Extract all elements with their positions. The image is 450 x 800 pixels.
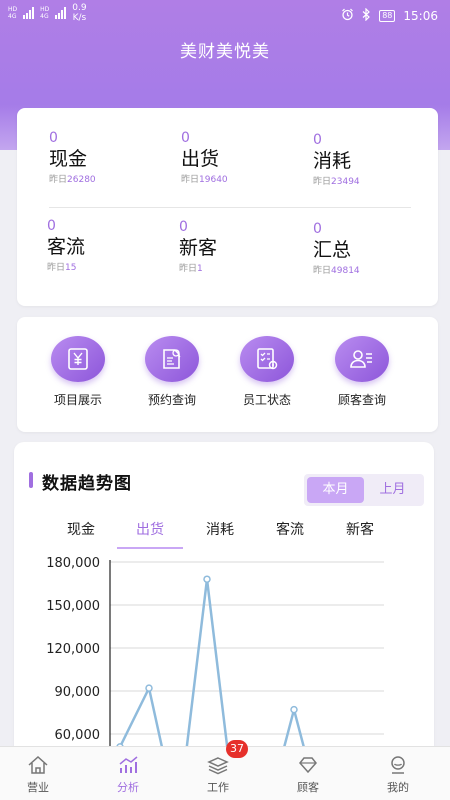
stat-yesterday: 昨日1 — [179, 264, 203, 274]
stat-value: 0 — [49, 130, 58, 146]
period-toggle: 本月 上月 — [304, 474, 424, 506]
network-speed: 0.9 K/s — [72, 3, 86, 23]
menu-item-staff-status[interactable]: 员工状态 — [222, 336, 312, 408]
signal-indicator-1: HD 4G — [8, 6, 17, 20]
clock: 15:06 — [403, 9, 438, 23]
stat-yesterday: 昨日23494 — [313, 177, 360, 187]
stat-value: 0 — [181, 130, 190, 146]
home-icon — [28, 755, 48, 774]
stat-name: 出货 — [181, 148, 220, 170]
menu-item-appointment-query[interactable]: 预约查询 — [127, 336, 217, 408]
signal1-sub-label: 4G — [8, 13, 17, 20]
stat-name: 汇总 — [313, 239, 352, 261]
stat-value: 0 — [179, 219, 188, 235]
nav-label: 分析 — [117, 781, 139, 794]
menu-label: 顾客查询 — [337, 393, 386, 407]
menu-card: 项目展示 预约查询 员工状态 顾客查询 — [17, 317, 438, 432]
signal1-label: HD — [8, 6, 18, 13]
menu-item-customer-query[interactable]: 顾客查询 — [317, 336, 407, 408]
data-point — [290, 705, 298, 714]
tab-shipment[interactable]: 出货 — [115, 519, 185, 539]
menu-label: 预约查询 — [147, 393, 196, 407]
nav-label: 顾客 — [297, 781, 319, 794]
nav-work[interactable]: 工作 — [188, 755, 248, 795]
period-last-month-button[interactable]: 上月 — [364, 477, 421, 503]
nav-customers[interactable]: 顾客 — [278, 755, 338, 795]
stat-new-customers[interactable]: 0 新客 昨日1 — [179, 219, 299, 275]
signal-bars-icon — [55, 7, 67, 19]
nav-label: 工作 — [207, 781, 229, 794]
nav-label: 我的 — [387, 781, 409, 794]
nav-label: 营业 — [27, 781, 49, 794]
search-document-icon — [145, 336, 199, 382]
stat-cash[interactable]: 0 现金 昨日26280 — [49, 130, 169, 186]
stat-value: 0 — [313, 132, 322, 148]
tab-traffic[interactable]: 客流 — [255, 519, 325, 539]
menu-label: 员工状态 — [242, 393, 291, 407]
data-point — [203, 575, 211, 583]
menu-item-project-display[interactable]: 项目展示 — [33, 336, 123, 408]
stat-yesterday: 昨日26280 — [49, 175, 96, 185]
layers-icon — [207, 757, 229, 775]
notification-badge: 37 — [226, 740, 248, 758]
y-tick-label: 90,000 — [55, 685, 101, 700]
stat-name: 现金 — [49, 148, 88, 170]
stat-name: 新客 — [179, 237, 218, 259]
trend-title: 数据趋势图 — [42, 474, 132, 494]
series-line — [108, 577, 312, 772]
stat-yesterday: 昨日15 — [47, 263, 77, 273]
signal-bars-icon — [23, 7, 35, 19]
menu-label: 项目展示 — [53, 393, 102, 407]
divider — [49, 207, 411, 208]
stat-name: 客流 — [47, 236, 86, 258]
battery-indicator: 88 — [379, 10, 396, 22]
nav-business[interactable]: 营业 — [8, 755, 68, 795]
speed-value: 0.9 — [72, 3, 87, 13]
diamond-icon — [299, 757, 317, 774]
stats-card: 0 现金 昨日26280 0 出货 昨日19640 0 消耗 昨日23494 0… — [17, 108, 438, 306]
yuan-document-icon — [51, 336, 105, 382]
signal2-label: HD — [40, 6, 50, 13]
period-this-month-button[interactable]: 本月 — [307, 477, 364, 503]
y-tick-label: 120,000 — [46, 642, 100, 657]
bottom-nav: 营业 分析 工作 37 顾客 我的 — [0, 740, 450, 800]
nav-analysis[interactable]: 分析 — [98, 755, 158, 795]
tab-new-customers[interactable]: 新客 — [325, 519, 395, 539]
trend-card: 数据趋势图 本月 上月 现金 出货 消耗 客流 新客 180,000 150,00… — [14, 442, 434, 772]
stat-traffic[interactable]: 0 客流 昨日15 — [47, 218, 167, 274]
stat-yesterday: 昨日49814 — [313, 266, 360, 276]
title-accent-bar — [29, 472, 33, 488]
nav-mine[interactable]: 我的 — [368, 755, 428, 795]
stat-value: 0 — [47, 218, 56, 234]
metric-tabs: 现金 出货 消耗 客流 新客 — [14, 516, 434, 550]
checklist-gear-icon — [240, 336, 294, 382]
data-point — [145, 684, 153, 692]
y-tick-label: 60,000 — [55, 728, 101, 743]
stat-yesterday: 昨日19640 — [181, 175, 228, 185]
signal-indicator-2: HD 4G — [40, 6, 49, 20]
stat-consumption[interactable]: 0 消耗 昨日23494 — [313, 132, 433, 188]
tab-cash[interactable]: 现金 — [46, 519, 116, 539]
signal2-sub-label: 4G — [40, 13, 49, 20]
status-bar: HD 4G HD 4G 0.9 K/s 88 15:06 — [0, 0, 450, 30]
bluetooth-icon — [362, 7, 371, 24]
y-tick-label: 180,000 — [46, 556, 100, 571]
alarm-icon — [341, 8, 354, 24]
stat-value: 0 — [313, 221, 322, 237]
stat-total[interactable]: 0 汇总 昨日49814 — [313, 221, 433, 277]
tab-underline — [117, 547, 183, 549]
stat-name: 消耗 — [313, 150, 352, 172]
user-card-icon — [335, 336, 389, 382]
speed-unit: K/s — [72, 13, 87, 23]
person-icon — [391, 756, 405, 774]
stat-shipment[interactable]: 0 出货 昨日19640 — [181, 130, 301, 186]
tab-consumption[interactable]: 消耗 — [185, 519, 255, 539]
app-title: 美财美悦美 — [180, 42, 270, 62]
trend-chart: 180,000 150,000 120,000 90,000 60,000 — [46, 556, 384, 772]
y-tick-label: 150,000 — [46, 599, 100, 614]
chart-icon — [119, 756, 138, 773]
